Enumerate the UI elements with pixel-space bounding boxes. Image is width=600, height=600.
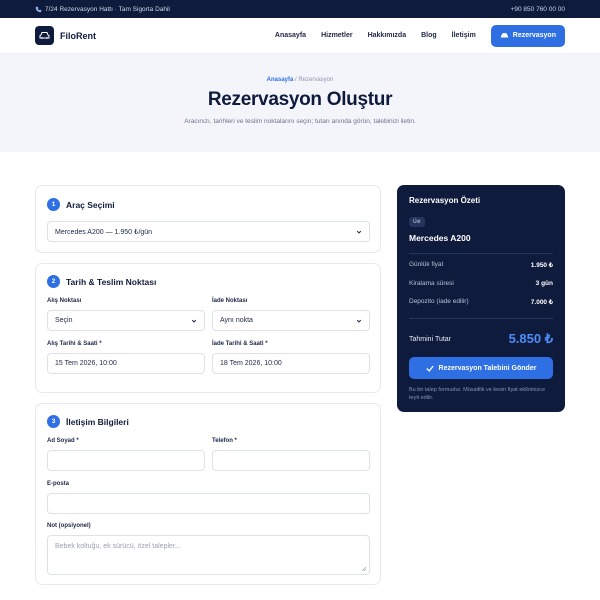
section-title-text: Tarih & Teslim Noktası [66,276,157,287]
brand-name: FiloRent [60,30,96,41]
phone-label: Telefon * [212,438,237,444]
section-title-text: İletişim Bilgileri [66,416,129,427]
nav-menu: Anasayfa Hizmetler Hakkımızda Blog İleti… [275,24,565,47]
summary-row: Günlük fiyat 1.950 ₺ [409,261,553,269]
nav-item-blog[interactable]: Blog [421,32,437,39]
summary-row-value: 7.000 ₺ [530,299,553,306]
breadcrumb-current: Rezervasyon [298,77,334,83]
return-date-label: İade Tarihi & Saati * [212,341,268,347]
pickup-location-label: Alış Noktası [47,298,82,304]
name-label: Ad Soyad * [47,438,79,444]
name-field[interactable] [47,450,205,471]
dates-section-title: 2 Tarih & Teslim Noktası [47,275,156,288]
pickup-location-select[interactable]: Seçin [47,310,205,331]
chevron-down-icon [356,230,362,234]
email-label: E-posta [47,481,70,487]
brand-link[interactable]: FiloRent [35,26,96,45]
summary-title: Rezervasyon Özeti [409,196,481,205]
return-date-input[interactable]: 18 Tem 2026, 10:00 [212,353,370,374]
support-info: 7/24 Rezervasyon Hattı · Tam Sigorta Dah… [35,6,170,13]
contact-section-title: 3 İletişim Bilgileri [47,415,129,428]
summary-row-label: Depozito (iade edilir) [409,298,469,305]
return-location-label: İade Noktası [212,298,248,304]
reservation-button-label: Rezervasyon [512,32,556,39]
page-hero: Anasayfa / Rezervasyon Rezervasyon Oluşt… [0,54,600,152]
car-class-badge: Üst [409,217,425,227]
submit-reservation-button[interactable]: Rezervasyon Talebini Gönder [409,357,553,379]
car-logo-icon [35,26,54,45]
notes-textarea[interactable]: Bebek koltuğu, ek sürücü, özel talepler.… [47,535,370,575]
chevron-down-icon [191,319,197,323]
support-text: 7/24 Rezervasyon Hattı · Tam Sigorta Dah… [45,5,170,13]
email-field[interactable] [47,493,370,514]
summary-row-value: 3 gün [535,280,553,287]
chevron-down-icon [356,319,362,323]
breadcrumb-home[interactable]: Anasayfa [267,77,294,83]
summary-row-label: Günlük fiyat [409,261,444,268]
car-icon [500,33,508,38]
return-location-value: Aynı nokta [220,317,253,324]
pickup-date-input[interactable]: 15 Tem 2026, 10:00 [47,353,205,374]
resize-handle-icon[interactable] [361,566,366,571]
notes-placeholder: Bebek koltuğu, ek sürücü, özel talepler.… [55,543,181,550]
main-nav: FiloRent Anasayfa Hizmetler Hakkımızda B… [0,18,600,54]
summary-car: Mercedes A200 [409,233,471,243]
page-subtitle: Aracınızı, tarihleri ve teslim noktaları… [184,118,416,125]
vehicle-section: 1 Araç Seçimi Mercedes A200 — 1.950 ₺/gü… [35,185,381,253]
notes-label: Not (opsiyonel) [47,523,91,529]
pickup-date-label: Alış Tarihi & Saati * [47,341,102,347]
divider [409,318,553,319]
reservation-summary: Rezervasyon Özeti Üst Mercedes A200 Günl… [397,185,565,412]
return-date-value: 18 Tem 2026, 10:00 [220,360,282,367]
pickup-location-value: Seçin [55,317,73,324]
nav-item-hizmetler[interactable]: Hizmetler [321,32,353,39]
summary-row: Kiralama süresi 3 gün [409,280,553,287]
step-badge: 1 [47,198,60,211]
step-badge: 2 [47,275,60,288]
divider [409,253,553,254]
total-label: Tahmini Tutar [409,335,452,343]
reservation-button[interactable]: Rezervasyon [490,24,565,47]
total-value: 5.850 ₺ [508,331,553,346]
nav-item-hakkimizda[interactable]: Hakkımızda [368,32,407,39]
top-bar: 7/24 Rezervasyon Hattı · Tam Sigorta Dah… [0,0,600,18]
nav-item-anasayfa[interactable]: Anasayfa [275,32,306,39]
summary-row-label: Kiralama süresi [409,280,454,287]
check-icon [425,365,434,372]
summary-note: Bu bir talep formudur. Müsaitlik ve kesi… [409,387,546,401]
summary-row: Depozito (iade edilir) 7.000 ₺ [409,298,553,306]
phone-icon [35,6,42,12]
vehicle-select[interactable]: Mercedes A200 — 1.950 ₺/gün [47,221,370,242]
summary-total: Tahmini Tutar 5.850 ₺ [409,331,553,347]
step-badge: 3 [47,415,60,428]
vehicle-section-title: 1 Araç Seçimi [47,198,115,211]
page-title: Rezervasyon Oluştur [207,89,393,110]
contact-section: 3 İletişim Bilgileri Ad Soyad * Telefon … [35,403,381,585]
breadcrumb: Anasayfa / Rezervasyon [0,77,600,83]
summary-row-value: 1.950 ₺ [530,262,553,269]
return-location-select[interactable]: Aynı nokta [212,310,370,331]
vehicle-select-value: Mercedes A200 — 1.950 ₺/gün [55,228,153,236]
submit-button-label: Rezervasyon Talebini Gönder [438,364,537,372]
phone-number-link[interactable]: +90 850 760 00 00 [511,6,565,13]
breadcrumb-separator: / [295,77,297,83]
section-title-text: Araç Seçimi [66,199,115,210]
nav-item-iletisim[interactable]: İletişim [452,32,476,39]
dates-section: 2 Tarih & Teslim Noktası Alış Noktası Se… [35,263,381,393]
phone-field[interactable] [212,450,370,471]
pickup-date-value: 15 Tem 2026, 10:00 [55,360,117,367]
